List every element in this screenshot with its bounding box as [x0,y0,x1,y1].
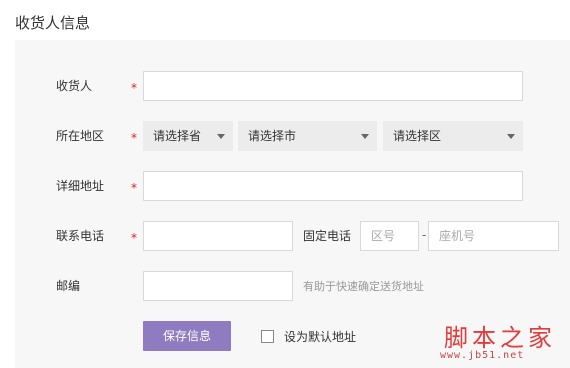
recipient-required-mark: * [131,81,137,95]
landline-separator: - [422,228,427,242]
default-address-label: 设为默认地址 [284,330,357,344]
area-code-input[interactable] [360,221,419,251]
postcode-hint: 有助于快速确定送货地址 [303,280,424,293]
chevron-down-icon [507,134,515,139]
landline-number-input[interactable] [428,221,559,251]
city-select-value: 请选择市 [248,129,297,143]
default-address-checkbox[interactable] [261,330,274,343]
district-select-value: 请选择区 [393,129,442,143]
region-required-mark: * [131,131,137,145]
recipient-input[interactable] [143,71,523,101]
landline-label: 固定电话 [303,229,352,243]
chevron-down-icon [361,134,369,139]
city-select[interactable]: 请选择市 [238,121,377,151]
address-label: 详细地址 [56,179,105,193]
phone-required-mark: * [131,231,137,245]
province-select-value: 请选择省 [153,129,202,143]
section-title: 收货人信息 [15,14,91,32]
watermark-logo: 脚本之家 [444,324,556,352]
postcode-input[interactable] [143,271,293,301]
address-required-mark: * [131,181,137,195]
province-select[interactable]: 请选择省 [143,121,233,151]
save-button[interactable]: 保存信息 [143,321,231,351]
watermark-url: www.jb51.net [440,350,525,361]
postcode-label: 邮编 [56,279,81,293]
phone-label: 联系电话 [56,229,105,243]
district-select[interactable]: 请选择区 [383,121,523,151]
recipient-label: 收货人 [56,79,93,93]
address-input[interactable] [143,171,523,201]
region-label: 所在地区 [56,129,105,143]
chevron-down-icon [217,134,225,139]
phone-input[interactable] [143,221,293,251]
